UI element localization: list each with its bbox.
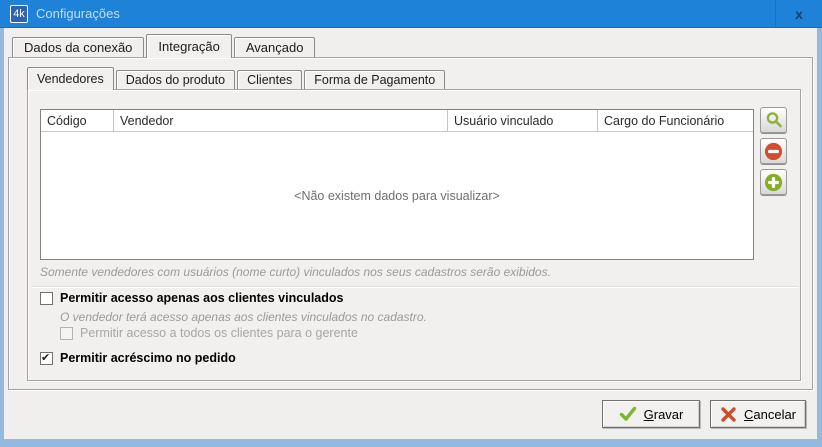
tab-forma-de-pagamento[interactable]: Forma de Pagamento (304, 70, 446, 89)
x-icon (721, 406, 736, 422)
tab-dados-da-conexao[interactable]: Dados da conexão (12, 37, 145, 57)
check-icon (619, 406, 636, 421)
tab-clientes[interactable]: Clientes (237, 70, 303, 89)
tab-dados-do-produto[interactable]: Dados do produto (115, 70, 236, 89)
column-header-vendedor[interactable]: Vendedor (114, 110, 448, 131)
sub-tab-bar: Vendedores Dados do produto Clientes For… (27, 67, 447, 90)
search-icon (766, 112, 782, 128)
dialog-body: Dados da conexão Integração Avançado Ven… (4, 28, 817, 439)
grid-header-row: Código Vendedor Usuário vinculado Cargo … (41, 110, 753, 132)
separator (32, 286, 798, 288)
close-button[interactable]: x (775, 0, 822, 27)
grid-empty-message: <Não existem dados para visualizar> (294, 188, 500, 203)
save-button[interactable]: Gravar (602, 400, 700, 428)
checkbox-label: Permitir acesso apenas aos clientes vinc… (60, 291, 344, 305)
remove-seller-button[interactable] (760, 138, 787, 164)
cancel-button-label: Cancelar (743, 406, 797, 422)
checkbox-allow-linked-clients[interactable] (40, 291, 53, 305)
integration-tab-page: Vendedores Dados do produto Clientes For… (8, 57, 813, 390)
checkbox-row-allow-order-increase[interactable]: Permitir acréscimo no pedido (40, 351, 236, 365)
main-tab-bar: Dados da conexão Integração Avançado (12, 34, 317, 58)
checkbox-manager-all-clients (60, 326, 73, 340)
checkbox-row-manager-all-clients: Permitir acesso a todos os clientes para… (60, 326, 358, 340)
titlebar[interactable]: 4k Configurações x (0, 0, 822, 28)
add-icon (764, 173, 783, 191)
search-seller-button[interactable] (760, 107, 787, 133)
close-icon: x (795, 5, 803, 22)
sellers-grid[interactable]: Código Vendedor Usuário vinculado Cargo … (40, 109, 754, 260)
sellers-note: Somente vendedores com usuários (nome cu… (40, 265, 551, 279)
column-header-usuario-vinculado[interactable]: Usuário vinculado (448, 110, 598, 131)
tab-integracao[interactable]: Integração (146, 34, 232, 58)
add-seller-button[interactable] (760, 169, 787, 195)
tab-vendedores[interactable]: Vendedores (27, 67, 114, 90)
settings-window: 4k Configurações x Dados da conexão Inte… (0, 0, 822, 447)
checkbox-row-allow-linked-clients[interactable]: Permitir acesso apenas aos clientes vinc… (40, 291, 343, 305)
grid-empty-area: <Não existem dados para visualizar> (41, 132, 753, 259)
cancel-button[interactable]: Cancelar (710, 400, 806, 428)
column-header-codigo[interactable]: Código (41, 110, 114, 131)
save-button-label: Gravar (643, 406, 684, 422)
column-header-cargo-do-funcionario[interactable]: Cargo do Funcionário (598, 110, 753, 131)
vendedores-tab-page: Código Vendedor Usuário vinculado Cargo … (27, 89, 801, 381)
window-title: Configurações (36, 6, 120, 21)
tab-avancado[interactable]: Avançado (233, 37, 316, 57)
checkbox-label: Permitir acesso a todos os clientes para… (80, 326, 358, 340)
checkbox-allow-order-increase[interactable] (40, 351, 53, 365)
checkbox-label: Permitir acréscimo no pedido (60, 351, 236, 365)
linked-clients-note: O vendedor terá acesso apenas aos client… (60, 310, 427, 324)
app-logo-icon: 4k (10, 4, 28, 23)
remove-icon (764, 142, 783, 160)
